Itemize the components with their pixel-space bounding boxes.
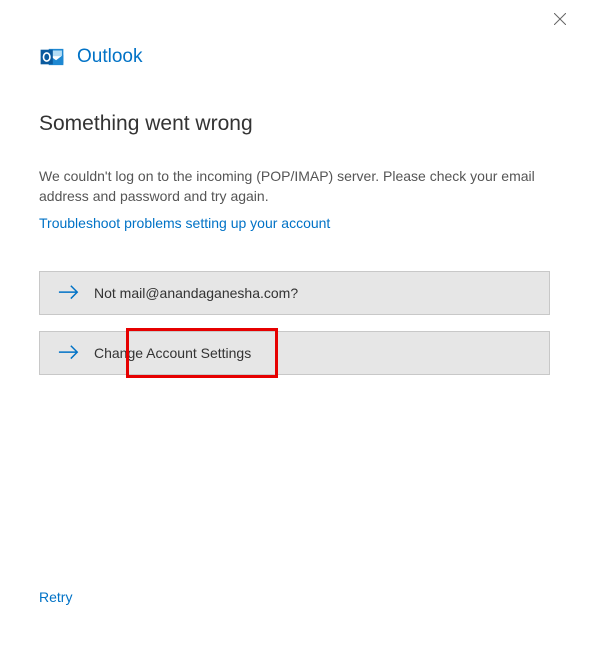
- app-title: Outlook: [77, 46, 142, 68]
- retry-link[interactable]: Retry: [39, 589, 72, 605]
- error-message: We couldn't log on to the incoming (POP/…: [39, 166, 550, 207]
- arrow-right-icon: [58, 283, 80, 303]
- outlook-icon: [39, 44, 65, 70]
- header: Outlook: [0, 0, 589, 70]
- page-heading: Something went wrong: [39, 112, 550, 136]
- close-button[interactable]: [549, 10, 571, 32]
- change-account-settings-button[interactable]: Change Account Settings: [39, 331, 550, 375]
- not-email-button[interactable]: Not mail@anandaganesha.com?: [39, 271, 550, 315]
- not-email-label: Not mail@anandaganesha.com?: [94, 285, 298, 301]
- close-icon: [554, 12, 566, 30]
- change-account-settings-label: Change Account Settings: [94, 345, 251, 361]
- troubleshoot-link[interactable]: Troubleshoot problems setting up your ac…: [39, 215, 330, 231]
- arrow-right-icon: [58, 343, 80, 363]
